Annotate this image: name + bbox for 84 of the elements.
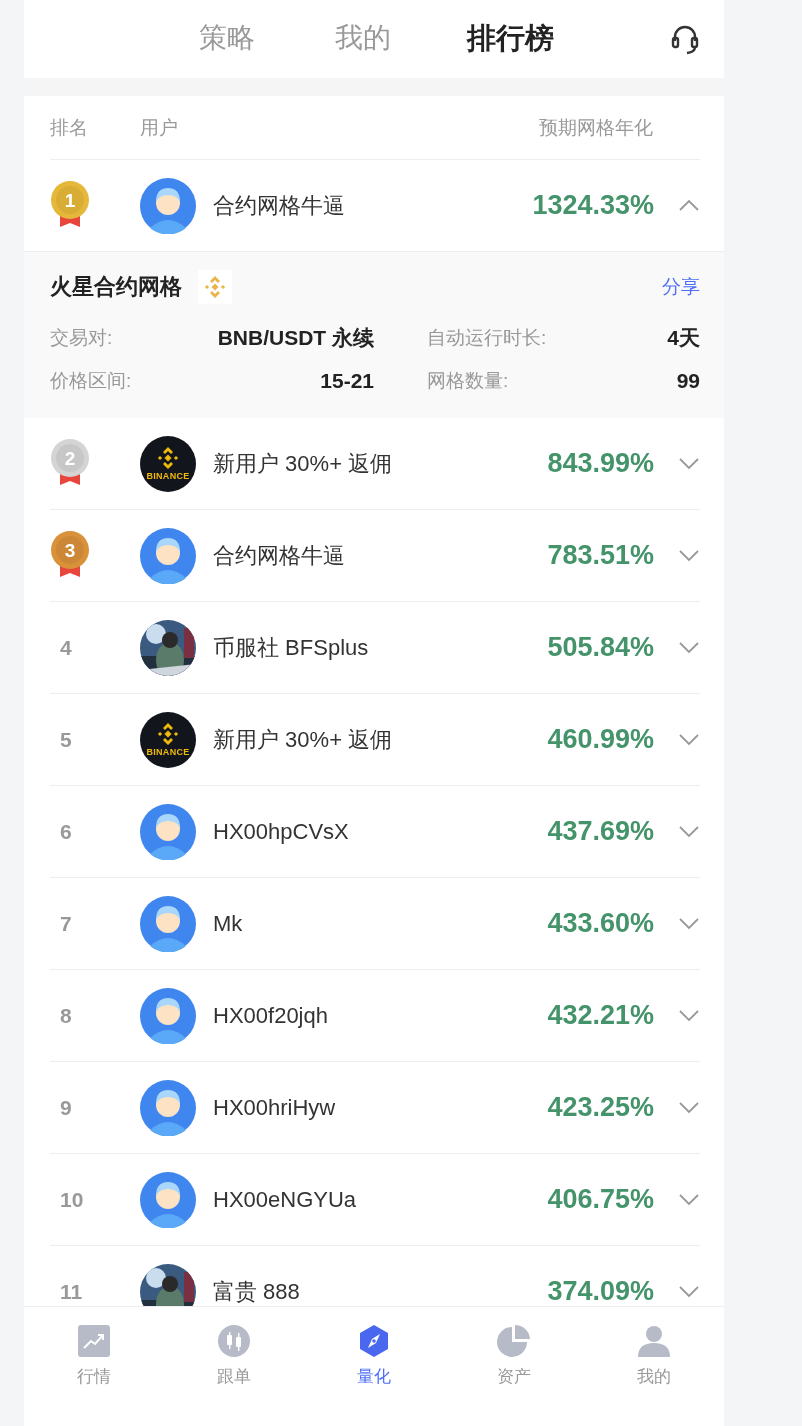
rank-number: 11 xyxy=(60,1279,83,1304)
avatar-silhouette-icon xyxy=(140,1079,196,1136)
nav-tab[interactable]: 资产 xyxy=(444,1323,584,1388)
field-value: 4天 xyxy=(667,325,700,351)
field-value: 99 xyxy=(676,369,700,393)
column-header: 用户 xyxy=(140,115,179,140)
chevron-down-icon[interactable] xyxy=(678,825,700,838)
field-value: 15-21 xyxy=(320,369,374,393)
rank-number: 7 xyxy=(60,911,72,936)
chevron-down-icon[interactable] xyxy=(678,1193,700,1206)
tab[interactable]: 排行榜 xyxy=(467,19,603,59)
yield-value: 437.69% xyxy=(547,816,654,847)
medal-icon xyxy=(50,438,90,485)
yield-value: 505.84% xyxy=(547,632,654,663)
field-label: 网格数量: xyxy=(427,369,509,393)
user-name: 新用户 30%+ 返佣 xyxy=(213,725,394,754)
logo-text: BINANCE xyxy=(146,471,190,481)
user-name: 富贵 888 xyxy=(213,1277,301,1306)
person-icon xyxy=(636,1323,672,1359)
user-name: 合约网格牛逼 xyxy=(213,541,346,570)
nav-tab[interactable]: 行情 xyxy=(24,1323,164,1388)
chart-icon xyxy=(76,1323,112,1359)
chevron-down-icon[interactable] xyxy=(678,641,700,654)
chevron-down-icon[interactable] xyxy=(678,1285,700,1298)
column-header: 预期网格年化 xyxy=(539,115,653,140)
medal-icon xyxy=(50,530,90,577)
avatar-silhouette-icon xyxy=(140,527,196,584)
avatar-silhouette-icon xyxy=(140,895,196,952)
user-name: HX00hpCVsX xyxy=(213,818,350,845)
medal-icon xyxy=(50,180,90,227)
chevron-up-icon[interactable] xyxy=(678,199,700,212)
nav-tab[interactable]: 跟单 xyxy=(164,1323,304,1388)
user-name: HX00hriHyw xyxy=(213,1094,337,1121)
yield-value: 433.60% xyxy=(547,908,654,939)
yield-value: 783.51% xyxy=(547,540,654,571)
rank-number: 5 xyxy=(60,727,72,752)
diamond-logo-icon xyxy=(156,446,180,470)
field-label: 自动运行时长: xyxy=(427,326,547,350)
user-name: 新用户 30%+ 返佣 xyxy=(213,449,394,478)
avatar-silhouette-icon xyxy=(140,177,196,234)
tab[interactable]: 我的 xyxy=(335,19,467,59)
rank-number: 4 xyxy=(60,635,72,660)
rank-number: 8 xyxy=(60,1003,72,1028)
user-name: HX00eNGYUa xyxy=(213,1186,358,1213)
pie-chart-icon xyxy=(496,1323,532,1359)
column-header: 排名 xyxy=(50,115,89,140)
yield-value: 423.25% xyxy=(547,1092,654,1123)
avatar-silhouette-icon xyxy=(140,803,196,860)
strategy-title: 火星合约网格 xyxy=(50,273,182,301)
rank-number: 10 xyxy=(60,1187,84,1212)
tab[interactable]: 策略 xyxy=(199,19,335,59)
field-value: BNB/USDT 永续 xyxy=(217,325,374,351)
candlestick-icon xyxy=(216,1323,252,1359)
user-name: Mk xyxy=(213,910,244,937)
rank-number: 9 xyxy=(60,1095,72,1120)
field-label: 交易对: xyxy=(50,326,113,350)
chevron-down-icon[interactable] xyxy=(678,549,700,562)
yield-value: 843.99% xyxy=(547,448,654,479)
yield-value: 374.09% xyxy=(547,1276,654,1306)
diamond-logo-icon xyxy=(156,722,180,746)
headset-icon[interactable] xyxy=(670,24,700,56)
chevron-down-icon[interactable] xyxy=(678,1101,700,1114)
yield-value: 1324.33% xyxy=(532,190,654,221)
rank-number: 2 xyxy=(64,448,76,467)
chevron-down-icon[interactable] xyxy=(678,1009,700,1022)
chevron-down-icon[interactable] xyxy=(678,457,700,470)
user-name: HX00f20jqh xyxy=(213,1002,329,1029)
avatar-silhouette-icon xyxy=(140,987,196,1044)
yield-value: 460.99% xyxy=(547,724,654,755)
chevron-down-icon[interactable] xyxy=(678,917,700,930)
rank-number: 6 xyxy=(60,819,72,844)
field-label: 价格区间: xyxy=(50,369,132,393)
avatar-silhouette-icon xyxy=(140,1171,196,1228)
user-name: 币服社 BFSplus xyxy=(213,633,370,662)
nav-tab[interactable]: 量化 xyxy=(304,1323,444,1388)
yield-value: 432.21% xyxy=(547,1000,654,1031)
rank-number: 3 xyxy=(64,540,76,559)
user-name: 合约网格牛逼 xyxy=(213,191,346,220)
share-link[interactable]: 分享 xyxy=(662,274,700,300)
logo-text: BINANCE xyxy=(146,747,190,757)
yield-value: 406.75% xyxy=(547,1184,654,1215)
chevron-down-icon[interactable] xyxy=(678,733,700,746)
rank-number: 1 xyxy=(64,190,76,209)
nav-tab[interactable]: 我的 xyxy=(584,1323,724,1388)
